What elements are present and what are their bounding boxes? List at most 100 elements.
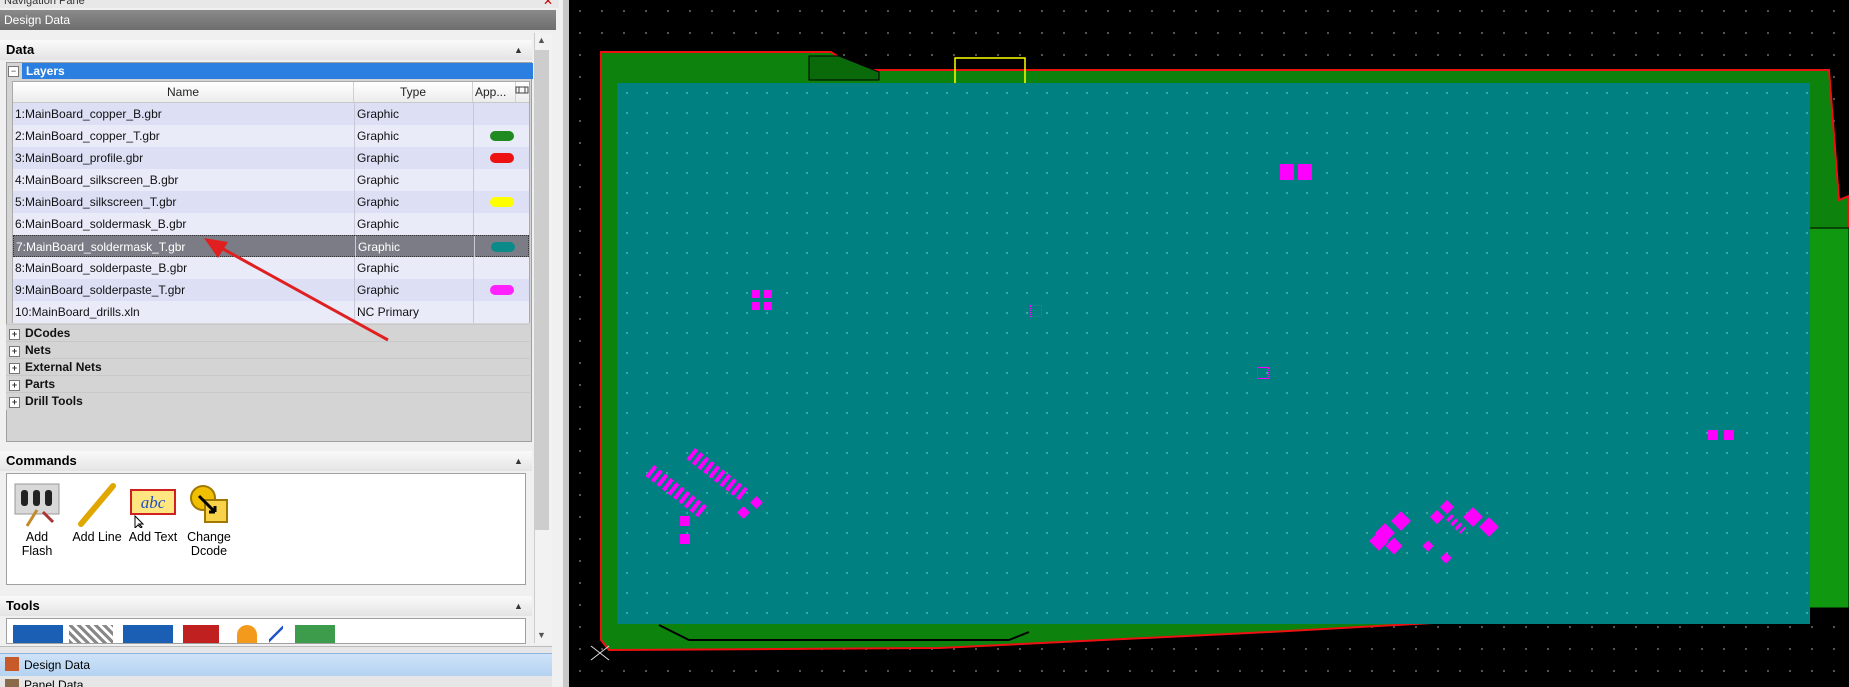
layer-color-swatch xyxy=(490,197,514,207)
column-separator xyxy=(473,169,474,191)
column-separator xyxy=(474,236,475,258)
column-separator xyxy=(473,257,474,279)
layer-name: 1:MainBoard_copper_B.gbr xyxy=(15,107,162,121)
column-separator xyxy=(473,301,474,323)
collapse-layers-icon[interactable]: − xyxy=(8,66,19,77)
column-separator xyxy=(473,125,474,147)
nav-pane-title: Navigation Pane xyxy=(0,0,559,8)
tree-node[interactable]: + Parts xyxy=(6,375,530,393)
expand-icon[interactable]: + xyxy=(9,346,20,357)
layer-appearance[interactable] xyxy=(475,279,527,301)
panel-data-tab-label: Panel Data xyxy=(24,678,84,687)
column-separator xyxy=(473,103,474,125)
layer-color-swatch xyxy=(490,285,514,295)
expand-icon[interactable]: + xyxy=(9,397,20,408)
layer-appearance[interactable] xyxy=(475,191,527,213)
tool-icon[interactable] xyxy=(183,625,219,643)
column-separator xyxy=(354,191,355,213)
expand-icon[interactable]: + xyxy=(9,363,20,374)
layer-row[interactable]: 1:MainBoard_copper_B.gbr Graphic xyxy=(13,103,529,125)
tree-node-label: External Nets xyxy=(25,360,102,374)
add-flash-button[interactable]: Add Flash xyxy=(9,482,65,558)
layer-appearance[interactable] xyxy=(475,147,527,169)
solderpaste-pad xyxy=(680,516,690,526)
solderpaste-pad xyxy=(752,290,760,298)
commands-section-header[interactable]: Commands ▲ xyxy=(0,451,532,471)
netlist-tool-icon[interactable] xyxy=(123,625,173,643)
design-data-tab[interactable]: Design Data xyxy=(0,653,552,676)
scroll-thumb[interactable] xyxy=(535,50,549,530)
tool-icon[interactable] xyxy=(269,625,283,643)
collapse-icon[interactable]: ▲ xyxy=(514,596,523,616)
tree-node[interactable]: + Drill Tools xyxy=(6,392,530,410)
add-text-button[interactable]: abc Add Text xyxy=(125,482,181,544)
layer-appearance[interactable] xyxy=(475,213,527,235)
tree-node-label: Drill Tools xyxy=(25,394,83,408)
layer-row[interactable]: 5:MainBoard_silkscreen_T.gbr Graphic xyxy=(13,191,529,213)
netlist-tool-icon[interactable] xyxy=(13,625,63,643)
soldermask-top-layer xyxy=(617,83,1810,624)
panel-data-tab[interactable]: Panel Data xyxy=(0,676,552,687)
tree-node-label: Parts xyxy=(25,377,56,391)
tool-icon[interactable] xyxy=(237,625,257,643)
data-section-header[interactable]: Data ▲ xyxy=(0,40,532,60)
layer-name: 3:MainBoard_profile.gbr xyxy=(15,151,144,165)
collapse-icon[interactable]: ▲ xyxy=(514,451,523,471)
column-separator xyxy=(354,103,355,125)
layer-row[interactable]: 3:MainBoard_profile.gbr Graphic xyxy=(13,147,529,169)
tools-section-header[interactable]: Tools ▲ xyxy=(0,596,532,616)
layer-appearance[interactable] xyxy=(475,103,527,125)
add-line-icon xyxy=(73,482,121,528)
change-dcode-button[interactable]: Change Dcode xyxy=(181,482,237,558)
pane-splitter[interactable] xyxy=(0,646,552,653)
change-dcode-icon xyxy=(185,482,233,528)
layer-name: 6:MainBoard_soldermask_B.gbr xyxy=(15,217,187,231)
change-dcode-label: Change Dcode xyxy=(187,530,231,558)
annotation-arrow xyxy=(204,238,389,342)
layer-appearance[interactable] xyxy=(475,169,527,191)
layer-type: Graphic xyxy=(357,195,400,209)
tree-node[interactable]: + External Nets xyxy=(6,358,530,376)
design-data-icon xyxy=(5,657,19,671)
layer-row[interactable]: 2:MainBoard_copper_T.gbr Graphic xyxy=(13,125,529,147)
column-separator xyxy=(473,191,474,213)
add-flash-icon xyxy=(13,482,61,528)
solderpaste-pad xyxy=(1724,430,1734,440)
add-text-label: Add Text xyxy=(128,530,178,544)
layer-type: Graphic xyxy=(357,129,400,143)
column-separator xyxy=(354,213,355,235)
data-section-title: Data xyxy=(6,42,35,57)
scroll-up-icon[interactable]: ▲ xyxy=(537,35,546,45)
commands-section-title: Commands xyxy=(6,453,77,468)
layer-type: Graphic xyxy=(357,217,400,231)
layer-name: 2:MainBoard_copper_T.gbr xyxy=(15,129,160,143)
close-icon[interactable]: ✕ xyxy=(541,0,555,8)
layer-appearance[interactable] xyxy=(476,236,528,258)
column-separator xyxy=(354,169,355,191)
column-options-icon[interactable] xyxy=(515,82,529,102)
column-appearance[interactable]: App... xyxy=(473,82,516,102)
tool-icon[interactable] xyxy=(295,625,335,643)
column-separator xyxy=(354,125,355,147)
layer-row[interactable]: 4:MainBoard_silkscreen_B.gbr Graphic xyxy=(13,169,529,191)
scroll-down-icon[interactable]: ▼ xyxy=(537,630,546,640)
layer-appearance[interactable] xyxy=(475,125,527,147)
expand-icon[interactable]: + xyxy=(9,329,20,340)
via-marker xyxy=(1030,305,1042,317)
add-line-button[interactable]: Add Line xyxy=(69,482,125,544)
tree-node-label: DCodes xyxy=(25,326,71,340)
column-type[interactable]: Type xyxy=(354,82,473,102)
via-marker xyxy=(1257,367,1269,379)
layer-appearance[interactable] xyxy=(475,301,527,323)
add-text-icon: abc xyxy=(129,482,177,530)
layer-row[interactable]: 6:MainBoard_soldermask_B.gbr Graphic xyxy=(13,213,529,235)
column-separator xyxy=(473,213,474,235)
tool-icon[interactable] xyxy=(69,625,113,643)
expand-icon[interactable]: + xyxy=(9,380,20,391)
column-name[interactable]: Name xyxy=(13,82,354,102)
tree-node-label: Nets xyxy=(25,343,52,357)
solderpaste-pad xyxy=(1298,164,1312,180)
layers-node[interactable]: Layers xyxy=(22,63,533,79)
layer-appearance[interactable] xyxy=(475,257,527,279)
collapse-icon[interactable]: ▲ xyxy=(514,40,523,60)
